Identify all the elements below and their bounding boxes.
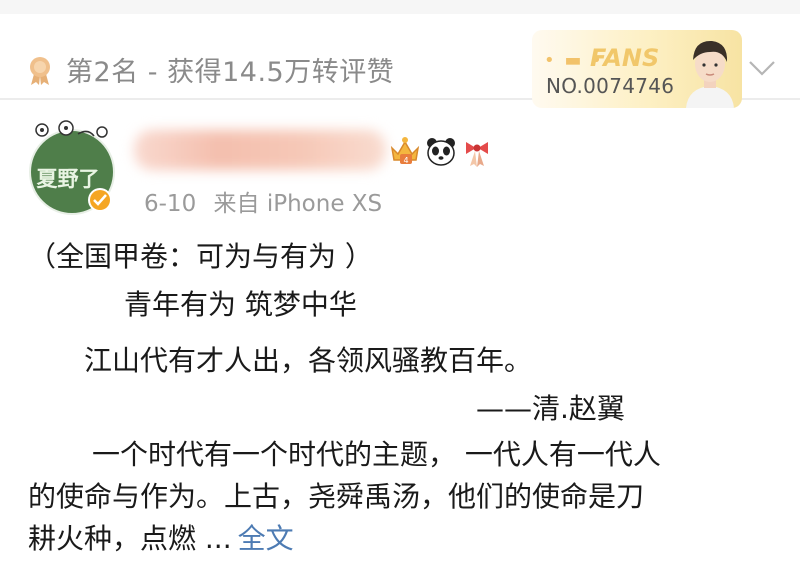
fans-card[interactable]: • ▬ • FANS NO.0074746	[532, 30, 742, 108]
post-source: 来自 iPhone XS	[213, 191, 383, 217]
rank-text: 第2名 - 获得14.5万转评赞	[66, 57, 395, 88]
avatar-text: 夏野了	[37, 166, 100, 191]
post-date: 6-10	[144, 191, 197, 217]
ribbon-icon[interactable]	[460, 134, 494, 168]
content-line-last: 耕火种，点燃 ... 全文	[28, 518, 788, 560]
content-line: 耕火种，点燃 ...	[28, 522, 232, 555]
verified-icon	[88, 188, 112, 212]
content-line: （全国甲卷：可为与有为 ）	[28, 240, 373, 273]
crown-badge-icon[interactable]: 4	[388, 134, 422, 168]
post-content[interactable]: （全国甲卷：可为与有为 ） 青年有为 筑梦中华 江山代有才人出，各领风骚教百年。…	[28, 236, 788, 560]
content-line: 的使命与作为。上古，尧舜禹汤，他们的使命是刀	[28, 480, 645, 513]
content-line: 青年有为 筑梦中华	[124, 288, 357, 321]
avatar[interactable]: 夏野了	[28, 118, 120, 218]
fans-label: FANS	[590, 44, 660, 72]
post-meta: 6-10 来自 iPhone XS	[144, 184, 382, 218]
fans-avatar	[686, 40, 734, 108]
top-strip	[0, 0, 800, 14]
content-line: ——清.赵翼	[476, 392, 625, 425]
rank-bar[interactable]: 第2名 - 获得14.5万转评赞 • ▬ • FANS NO.0074746	[0, 14, 800, 108]
content-line: 一个时代有一个时代的主题， 一代人有一代人	[92, 438, 661, 471]
username-blurred[interactable]	[134, 130, 386, 170]
fans-number: NO.0074746	[546, 74, 675, 98]
content-line: 江山代有才人出，各领风骚教百年。	[84, 344, 533, 377]
medal-icon	[30, 57, 50, 85]
svg-text:4: 4	[403, 156, 408, 165]
panda-icon[interactable]	[424, 134, 458, 168]
chevron-down-icon[interactable]	[748, 58, 776, 78]
full-text-link[interactable]: 全文	[238, 522, 294, 555]
